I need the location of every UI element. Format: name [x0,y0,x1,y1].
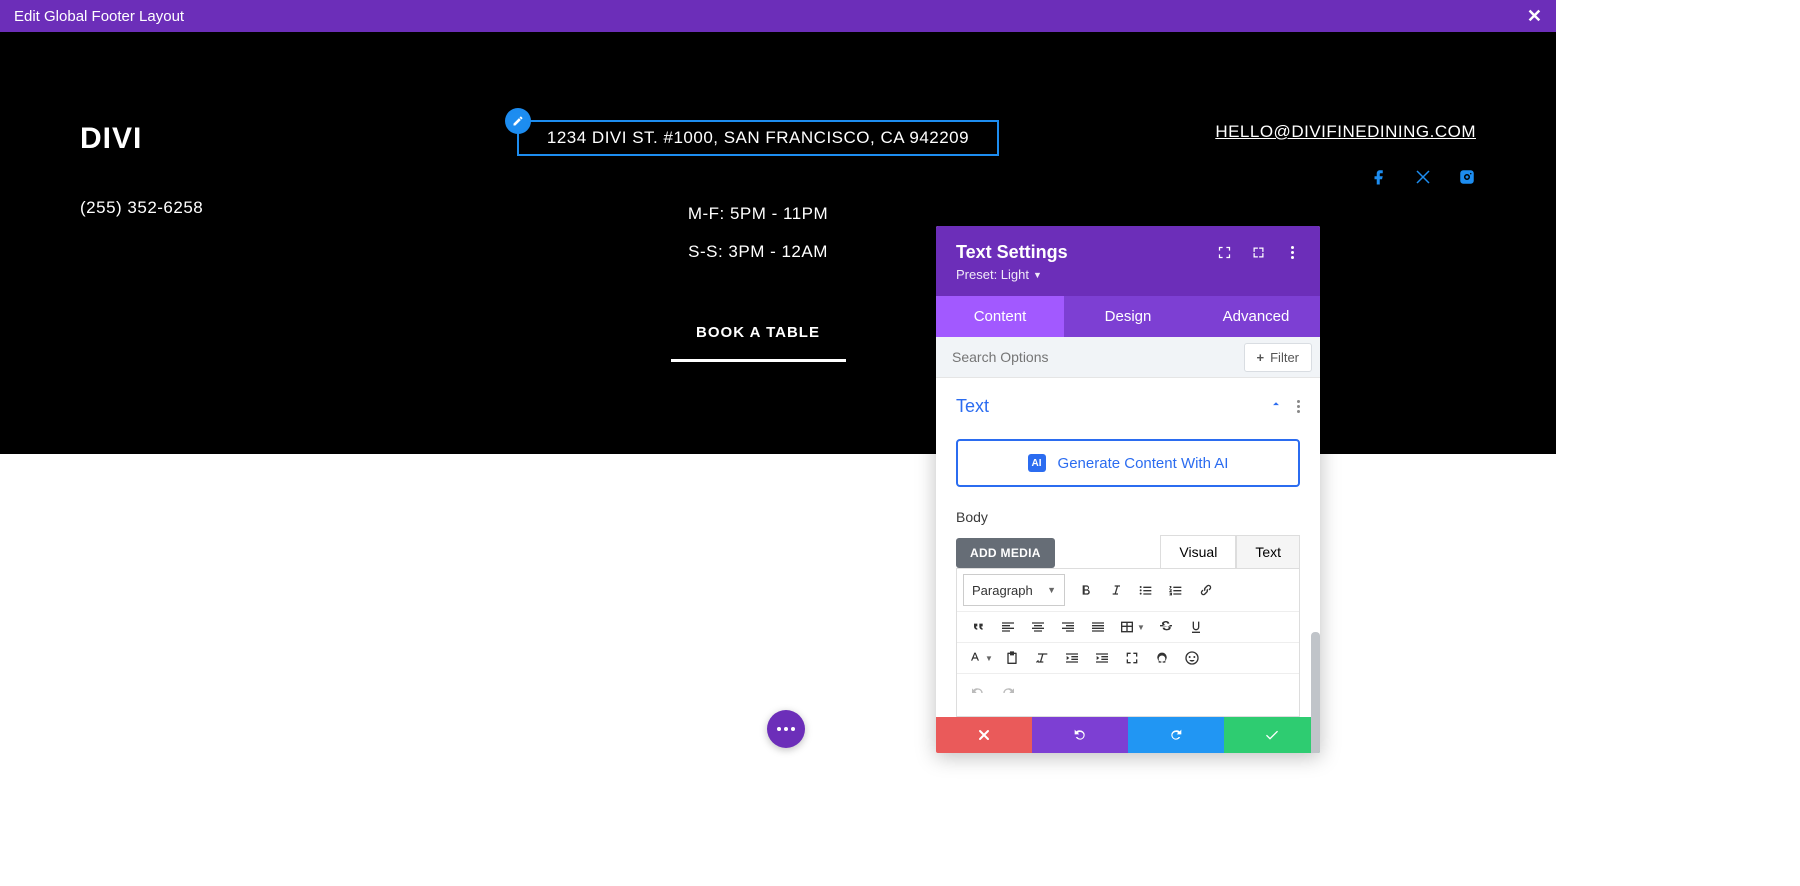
facebook-icon[interactable] [1370,168,1388,191]
editor-tab-text[interactable]: Text [1236,535,1300,568]
redo-icon[interactable] [993,678,1023,708]
paste-icon[interactable] [997,643,1027,673]
close-icon[interactable]: ✕ [1527,6,1542,27]
outdent-icon[interactable] [1057,643,1087,673]
align-justify-icon[interactable] [1083,612,1113,642]
x-twitter-icon[interactable] [1414,168,1432,191]
text-color-icon[interactable]: ▼ [963,643,997,673]
align-left-icon[interactable] [993,612,1023,642]
site-logo: DIVI [80,122,360,156]
footer-email[interactable]: HELLO@DIVIFINEDINING.COM [1215,122,1476,142]
save-button[interactable] [1224,717,1320,753]
quote-icon[interactable] [963,612,993,642]
indent-icon[interactable] [1087,643,1117,673]
more-options-icon[interactable] [1284,244,1300,260]
special-char-icon[interactable] [1147,643,1177,673]
underline-icon[interactable] [1181,612,1211,642]
search-row: +Filter [936,337,1320,378]
link-icon[interactable] [1191,575,1221,605]
undo-button[interactable] [1032,717,1128,753]
top-bar-title: Edit Global Footer Layout [14,8,184,25]
cancel-button[interactable] [936,717,1032,753]
builder-fab-button[interactable] [767,710,805,748]
tab-content[interactable]: Content [936,296,1064,337]
ellipsis-icon [777,727,795,731]
text-section-header[interactable]: Text [936,378,1320,425]
panel-scrollbar[interactable] [1311,632,1320,753]
ai-badge-icon: AI [1028,454,1046,472]
strikethrough-icon[interactable] [1151,612,1181,642]
align-center-icon[interactable] [1023,612,1053,642]
body-label: Body [956,509,1300,525]
preset-selector[interactable]: Preset: Light▼ [956,267,1068,282]
generate-ai-button[interactable]: AI Generate Content With AI [956,439,1300,487]
expand-icon[interactable] [1216,244,1232,260]
book-underline [671,359,846,362]
paragraph-select[interactable]: Paragraph▼ [963,574,1065,606]
panel-tabs: Content Design Advanced [936,296,1320,337]
bold-icon[interactable] [1071,575,1101,605]
numbered-list-icon[interactable] [1161,575,1191,605]
clear-format-icon[interactable] [1027,643,1057,673]
text-section-title: Text [956,396,989,417]
book-a-table-link[interactable]: BOOK A TABLE [696,324,820,341]
emoji-icon[interactable] [1177,643,1207,673]
footer-phone: (255) 352-6258 [80,198,360,218]
redo-button[interactable] [1128,717,1224,753]
selected-text-module[interactable]: 1234 DIVI ST. #1000, SAN FRANCISCO, CA 9… [517,120,999,156]
panel-footer [936,717,1320,753]
fullscreen-icon[interactable] [1117,643,1147,673]
table-icon[interactable]: ▼ [1113,612,1151,642]
tab-advanced[interactable]: Advanced [1192,296,1320,337]
top-bar: Edit Global Footer Layout ✕ [0,0,1556,32]
footer-hours-weekday: M-F: 5PM - 11PM [688,204,828,224]
search-input[interactable] [936,337,1236,377]
chevron-up-icon[interactable] [1269,397,1283,416]
italic-icon[interactable] [1101,575,1131,605]
undo-icon[interactable] [963,678,993,708]
section-more-icon[interactable] [1297,400,1300,413]
instagram-icon[interactable] [1458,168,1476,191]
snap-icon[interactable] [1250,244,1266,260]
editor-tab-visual[interactable]: Visual [1160,535,1236,568]
filter-button[interactable]: +Filter [1244,343,1312,372]
add-media-button[interactable]: ADD MEDIA [956,538,1055,568]
panel-header[interactable]: Text Settings Preset: Light▼ [936,226,1320,296]
footer-hours-weekend: S-S: 3PM - 12AM [688,242,828,262]
align-right-icon[interactable] [1053,612,1083,642]
rich-text-editor: Paragraph▼ ▼ ▼ [956,568,1300,717]
social-icons [1370,168,1476,191]
footer-preview: DIVI (255) 352-6258 1234 DIVI ST. #1000,… [0,32,1556,454]
bullet-list-icon[interactable] [1131,575,1161,605]
edit-module-icon[interactable] [505,108,531,134]
text-settings-panel: Text Settings Preset: Light▼ Content Des… [936,226,1320,753]
generate-ai-label: Generate Content With AI [1058,455,1229,472]
tab-design[interactable]: Design [1064,296,1192,337]
footer-address[interactable]: 1234 DIVI ST. #1000, SAN FRANCISCO, CA 9… [517,120,999,156]
panel-title: Text Settings [956,242,1068,263]
